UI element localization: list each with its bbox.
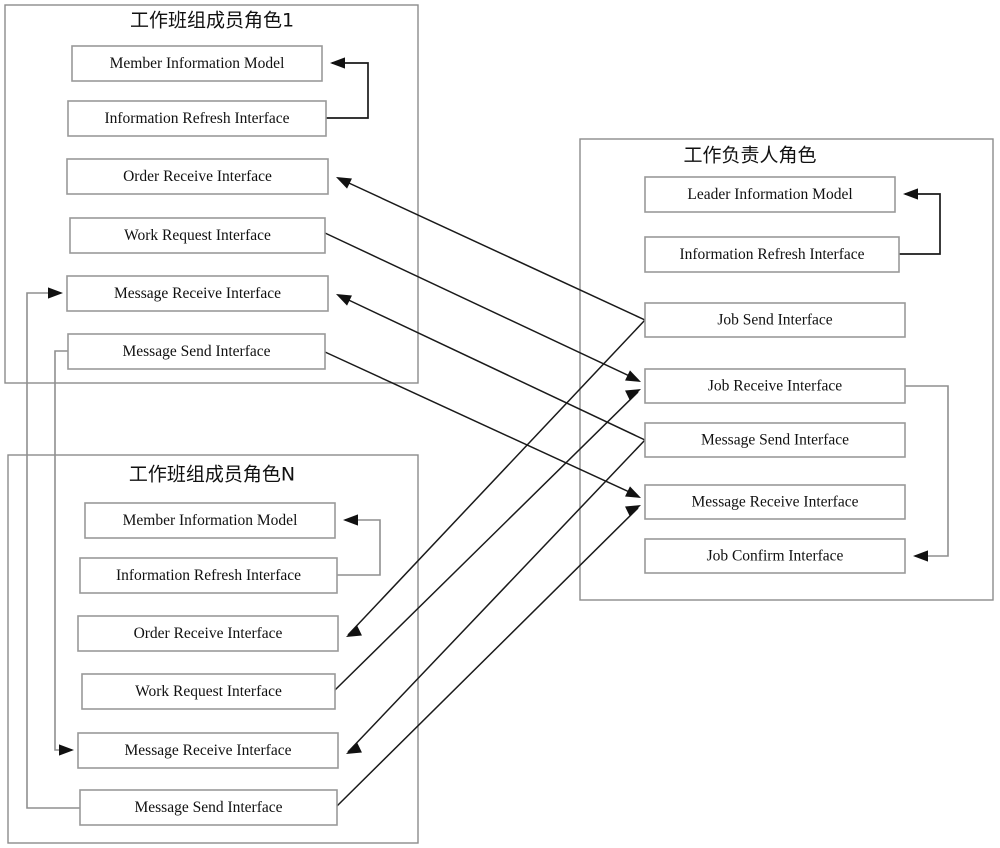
connector-line bbox=[899, 193, 941, 255]
diagram-canvas: 工作班组成员角色1 工作班组成员角色N 工作负责人角色 Member Informat… bbox=[0, 0, 1000, 848]
box-label: Message Receive Interface bbox=[692, 494, 859, 511]
interface-box-p1-order-receive[interactable]: Order Receive Interface bbox=[66, 158, 329, 195]
interface-box-pn-member-information-model[interactable]: Member Information Model bbox=[84, 502, 336, 539]
arrowhead-icon bbox=[336, 177, 352, 189]
interface-box-pn-message-receive[interactable]: Message Receive Interface bbox=[77, 732, 339, 769]
interface-box-pn-work-request[interactable]: Work Request Interface bbox=[81, 673, 336, 710]
interface-box-pn-order-receive[interactable]: Order Receive Interface bbox=[77, 615, 339, 652]
arrowhead-icon bbox=[913, 550, 928, 562]
interface-box-lr-job-receive[interactable]: Job Receive Interface bbox=[644, 368, 906, 404]
box-label: Member Information Model bbox=[123, 512, 298, 529]
conn-pn-messagesend-to-leader-messagereceive bbox=[336, 505, 641, 807]
interface-box-p1-work-request[interactable]: Work Request Interface bbox=[69, 217, 326, 254]
box-label: Work Request Interface bbox=[135, 683, 282, 700]
box-label: Information Refresh Interface bbox=[116, 567, 301, 584]
panel-title: 工作班组成员角色N bbox=[129, 464, 295, 486]
connector-line bbox=[337, 294, 646, 441]
conn-leader-messagesend-to-p1-messagereceive bbox=[336, 294, 646, 441]
interface-box-p1-message-send[interactable]: Message Send Interface bbox=[67, 333, 326, 370]
panel-title: 工作负责人角色 bbox=[683, 145, 816, 167]
conn-lr-jobreceive-to-jobconfirm bbox=[905, 385, 949, 562]
box-label: Message Send Interface bbox=[134, 799, 282, 816]
connector-line bbox=[337, 177, 646, 321]
arrowhead-icon bbox=[336, 294, 352, 306]
box-label: Leader Information Model bbox=[687, 186, 852, 203]
connector-line bbox=[326, 62, 369, 119]
box-label: Order Receive Interface bbox=[123, 168, 272, 185]
interface-box-lr-leader-information-model[interactable]: Leader Information Model bbox=[644, 176, 896, 213]
box-label: Member Information Model bbox=[110, 55, 285, 72]
connector-line bbox=[324, 351, 639, 497]
connector-line bbox=[54, 350, 72, 751]
box-label: Job Confirm Interface bbox=[707, 548, 844, 565]
conn-pn-refresh-to-model bbox=[337, 514, 381, 576]
conn-p1-messagesend-to-pn-messagereceive bbox=[54, 350, 74, 756]
role-interaction-diagram: 工作班组成员角色1 工作班组成员角色N 工作负责人角色 Member Informat… bbox=[4, 4, 994, 844]
box-label: Information Refresh Interface bbox=[104, 110, 289, 127]
conn-p1-refresh-to-model bbox=[326, 57, 369, 119]
conn-p1-workrequest-to-leader-jobreceive bbox=[324, 232, 641, 382]
arrowhead-icon bbox=[625, 389, 641, 401]
arrowhead-icon bbox=[625, 486, 641, 498]
box-label: Job Receive Interface bbox=[708, 378, 842, 395]
interface-box-lr-information-refresh[interactable]: Information Refresh Interface bbox=[644, 236, 900, 273]
connector-line bbox=[336, 507, 639, 807]
interface-box-p1-member-information-model[interactable]: Member Information Model bbox=[71, 45, 323, 82]
connector-line bbox=[337, 519, 381, 576]
arrowhead-icon bbox=[346, 742, 362, 754]
arrowhead-icon bbox=[625, 370, 641, 382]
arrowhead-icon bbox=[48, 287, 63, 299]
box-label: Message Send Interface bbox=[122, 343, 270, 360]
arrowhead-icon bbox=[330, 57, 345, 69]
interface-box-pn-message-send[interactable]: Message Send Interface bbox=[79, 789, 338, 826]
connector-line bbox=[324, 232, 639, 381]
interface-box-pn-information-refresh[interactable]: Information Refresh Interface bbox=[79, 557, 338, 594]
connector-line bbox=[26, 292, 80, 809]
box-label: Information Refresh Interface bbox=[679, 246, 864, 263]
box-label: Message Receive Interface bbox=[114, 285, 281, 302]
box-label: Order Receive Interface bbox=[134, 625, 283, 642]
conn-leader-messagesend-to-pn-messagereceive bbox=[346, 439, 646, 754]
arrowhead-icon bbox=[59, 744, 74, 756]
connector-line bbox=[905, 385, 949, 557]
interface-box-p1-information-refresh[interactable]: Information Refresh Interface bbox=[67, 100, 327, 137]
interface-box-p1-message-receive[interactable]: Message Receive Interface bbox=[66, 275, 329, 312]
box-label: Message Send Interface bbox=[701, 432, 849, 449]
box-label: Work Request Interface bbox=[124, 227, 271, 244]
interface-box-lr-job-confirm[interactable]: Job Confirm Interface bbox=[644, 538, 906, 574]
arrowhead-icon bbox=[343, 514, 358, 526]
connector-line bbox=[347, 439, 646, 753]
arrowhead-icon bbox=[625, 505, 641, 517]
panel-title: 工作班组成员角色1 bbox=[130, 10, 294, 32]
box-label: Message Receive Interface bbox=[125, 742, 292, 759]
connector-line bbox=[347, 319, 646, 636]
conn-leader-jobsend-to-p1-orderreceive bbox=[336, 177, 646, 321]
interface-box-lr-message-send[interactable]: Message Send Interface bbox=[644, 422, 906, 458]
box-label: Job Send Interface bbox=[717, 312, 832, 329]
interface-box-lr-job-send[interactable]: Job Send Interface bbox=[644, 302, 906, 338]
conn-pn-workrequest-to-leader-jobreceive bbox=[334, 389, 641, 691]
conn-lr-refresh-to-model bbox=[899, 188, 941, 255]
arrowhead-icon bbox=[346, 625, 362, 637]
interface-box-lr-message-receive[interactable]: Message Receive Interface bbox=[644, 484, 906, 520]
arrowhead-icon bbox=[903, 188, 918, 200]
